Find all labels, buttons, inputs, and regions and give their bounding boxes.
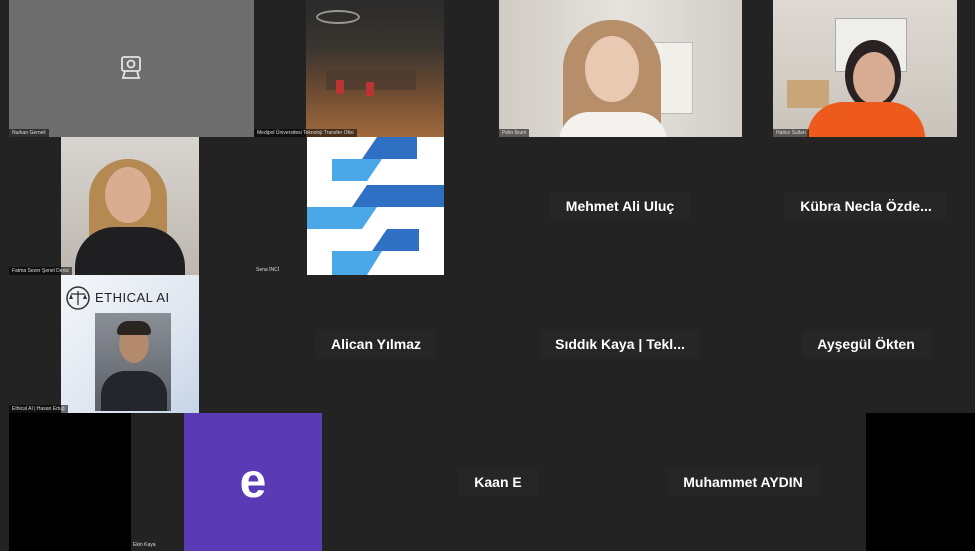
participant-name: Medipol Üniversitesi Teknoloji Transfer … — [254, 129, 357, 137]
participant-tile-sena[interactable]: Sena İNCİ — [199, 137, 444, 275]
participant-tile-ethical-ai[interactable]: ETHICAL AI Ethical AI | Hasan Ertuğ — [9, 275, 199, 413]
participant-name: Fatma Sezer Şenel Deniz — [9, 267, 72, 275]
participant-name: Nurkan Gerneli — [9, 129, 49, 137]
office-video — [306, 0, 444, 137]
virtual-background: ETHICAL AI — [61, 275, 199, 413]
participant-tile-kubra[interactable]: Kübra Necla Özde... — [784, 192, 948, 220]
camera-off-icon — [121, 56, 141, 79]
empty-tile-right — [866, 413, 975, 551]
logo-mark — [307, 137, 444, 275]
participant-tile-siddik[interactable]: Sıddık Kaya | Tekl... — [539, 330, 701, 358]
webcam-video — [773, 0, 957, 137]
webcam-video — [61, 137, 199, 275]
participant-tile-alican[interactable]: Alican Yılmaz — [314, 330, 438, 358]
participant-name: Hatice Sultan — [773, 129, 809, 137]
avatar-letter: e — [239, 455, 267, 508]
participant-name: Ekin Kaya — [133, 542, 156, 548]
participant-tile-aysegul[interactable]: Ayşegül Ökten — [801, 330, 931, 358]
participant-tile-muhammet[interactable]: Muhammet AYDIN — [667, 468, 819, 496]
participant-tile-nurkan[interactable]: Nurkan Gerneli — [9, 0, 254, 137]
participant-name: Pelin İlzum — [499, 129, 530, 137]
webcam-video — [499, 0, 742, 137]
empty-tile-left — [9, 413, 131, 551]
participant-tile-fatma[interactable]: Fatma Sezer Şenel Deniz — [9, 137, 199, 275]
participant-name: Sena İNCİ — [256, 267, 280, 273]
participant-tile-kaan[interactable]: Kaan E — [458, 468, 538, 496]
participant-tile-pelin[interactable]: Pelin İlzum — [499, 0, 742, 137]
logo-text: ETHICAL AI — [95, 290, 170, 305]
participant-tile-medipol[interactable]: Medipol Üniversitesi Teknoloji Transfer … — [254, 0, 444, 137]
participant-name: Ethical AI | Hasan Ertuğ — [9, 405, 68, 413]
participant-tile-hatice[interactable]: Hatice Sultan — [773, 0, 957, 137]
participant-tile-ekin[interactable]: e Ekin Kaya — [131, 413, 322, 551]
avatar: e — [184, 413, 322, 551]
video-grid: Nurkan Gerneli Medipol Üniversitesi Tekn… — [0, 0, 975, 551]
company-logo — [307, 137, 444, 275]
webcam-video — [95, 313, 171, 411]
participant-tile-mehmet[interactable]: Mehmet Ali Uluç — [549, 192, 691, 220]
scales-icon — [66, 286, 90, 310]
